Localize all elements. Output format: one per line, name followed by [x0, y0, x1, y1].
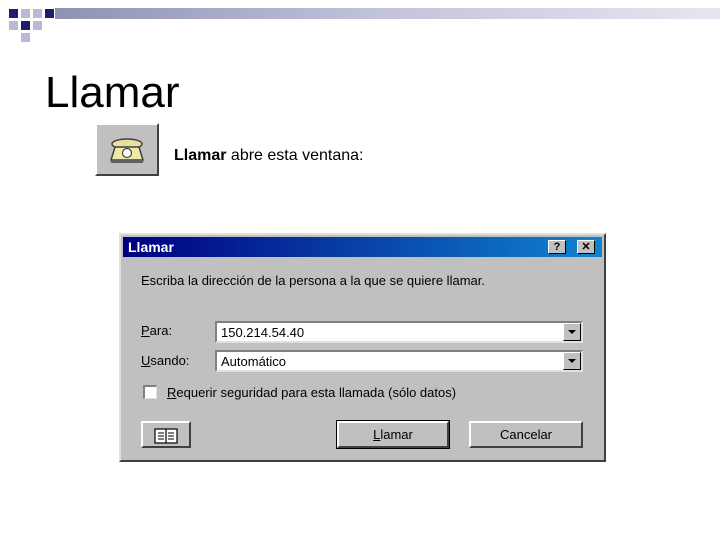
require-security-text: equerir seguridad para esta llamada (sól… — [176, 385, 457, 400]
usando-label-mnemonic: U — [141, 353, 151, 368]
decoration-bar — [55, 8, 720, 19]
call-toolbar-button[interactable] — [95, 123, 159, 176]
address-book-button[interactable] — [141, 421, 191, 448]
usando-combobox[interactable]: Automático — [215, 350, 583, 372]
para-label-text: ara: — [149, 323, 173, 338]
call-button[interactable]: Llamar — [336, 420, 450, 449]
decoration-square — [21, 9, 30, 18]
close-button[interactable]: ✕ — [577, 240, 595, 254]
decoration-square — [45, 9, 54, 18]
call-dialog: Llamar ? ✕ Escriba la dirección de la pe… — [119, 233, 606, 462]
decoration-square — [9, 9, 18, 18]
usando-value[interactable]: Automático — [221, 354, 286, 369]
address-book-icon — [154, 427, 178, 444]
para-dropdown-button[interactable] — [563, 323, 581, 341]
telephone-icon — [109, 137, 145, 163]
decoration-square — [21, 21, 30, 30]
call-button-text: lamar — [380, 427, 413, 442]
usando-label: Usando: — [141, 353, 189, 368]
help-button[interactable]: ? — [548, 240, 566, 254]
caption-bold: Llamar — [174, 147, 227, 164]
require-security-mnemonic: R — [167, 385, 177, 400]
slide-caption: Llamar abre esta ventana: — [174, 147, 363, 165]
para-value[interactable]: 150.214.54.40 — [221, 325, 304, 340]
dialog-title: Llamar — [128, 239, 174, 255]
usando-label-text: sando: — [150, 353, 190, 368]
para-combobox[interactable]: 150.214.54.40 — [215, 321, 583, 343]
decoration-square — [33, 9, 42, 18]
dialog-prompt: Escriba la dirección de la persona a la … — [141, 273, 485, 288]
cancel-button[interactable]: Cancelar — [469, 421, 583, 448]
usando-dropdown-button[interactable] — [563, 352, 581, 370]
decoration-square — [9, 21, 18, 30]
caption-text: abre esta ventana: — [226, 147, 364, 164]
para-label: Para: — [141, 323, 172, 338]
require-security-label[interactable]: Requerir seguridad para esta llamada (só… — [167, 385, 456, 400]
dialog-title-bar[interactable]: Llamar ? ✕ — [123, 237, 602, 257]
decoration-square — [33, 21, 42, 30]
decoration-square — [21, 33, 30, 42]
slide-title: Llamar — [45, 68, 180, 117]
para-label-mnemonic: P — [141, 323, 150, 338]
slide-decoration — [0, 0, 720, 50]
require-security-checkbox[interactable] — [143, 385, 157, 399]
